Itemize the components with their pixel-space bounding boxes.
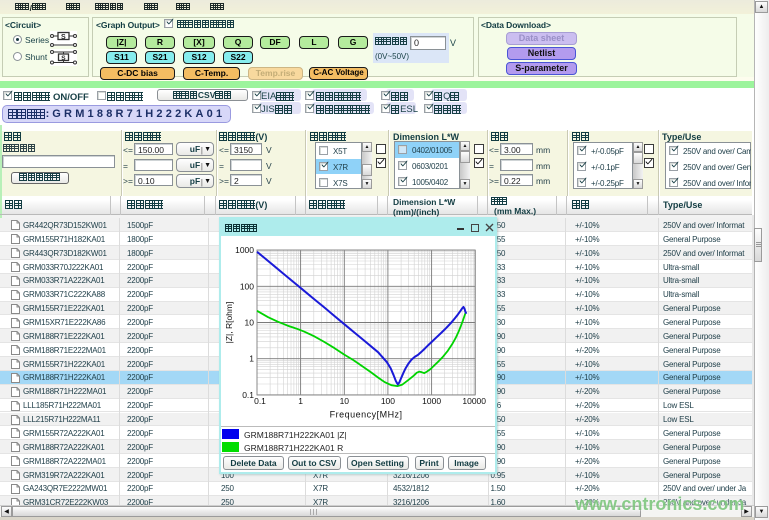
svg-text:10000: 10000 [462, 396, 486, 406]
svg-text:0.1: 0.1 [254, 396, 266, 406]
svg-text:1: 1 [249, 354, 254, 364]
svg-text:|Z|, R[ohm]: |Z|, R[ohm] [224, 302, 234, 344]
svg-text:0.1: 0.1 [242, 390, 254, 400]
svg-text:S: S [61, 55, 66, 62]
svg-text:Frequency[MHz]: Frequency[MHz] [329, 410, 402, 420]
svg-text:1000: 1000 [422, 396, 441, 406]
svg-text:100: 100 [380, 396, 394, 406]
svg-text:S: S [61, 34, 66, 41]
svg-text:100: 100 [239, 282, 253, 292]
svg-text:1: 1 [298, 396, 303, 406]
svg-text:10: 10 [339, 396, 349, 406]
svg-text:10: 10 [244, 318, 254, 328]
svg-text:1000: 1000 [235, 245, 254, 255]
